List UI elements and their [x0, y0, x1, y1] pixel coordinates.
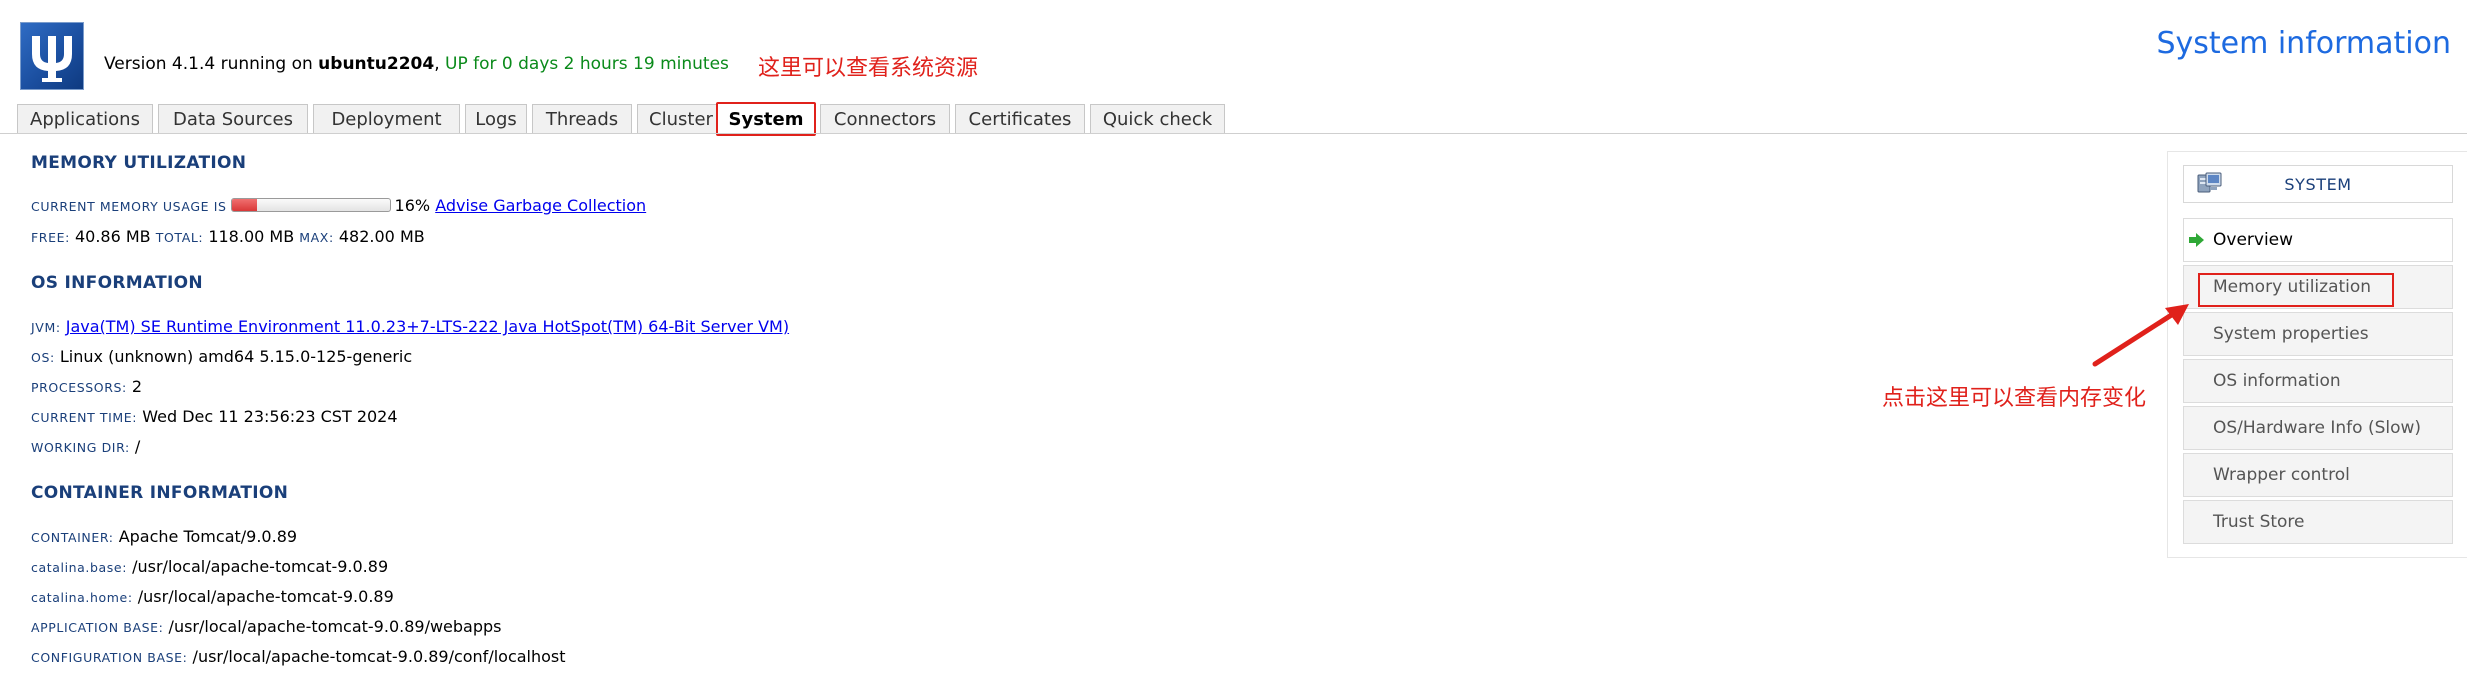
side-item-trust-store[interactable]: Trust Store	[2183, 500, 2453, 544]
container-label: Container:	[31, 530, 114, 545]
jvm-row: JVM: Java(TM) SE Runtime Environment 11.…	[31, 317, 789, 336]
memory-usage-row: Current memory usage is 16% Advise Garbag…	[31, 196, 646, 215]
side-item-label: Wrapper control	[2213, 465, 2350, 485]
tab-cluster[interactable]: Cluster	[637, 104, 725, 134]
page-title: System information	[2156, 26, 2451, 61]
catalina-base-row: catalina.base: /usr/local/apache-tomcat-…	[31, 557, 388, 576]
catalina-home-row: catalina.home: /usr/local/apache-tomcat-…	[31, 587, 394, 606]
container-section-title: CONTAINER INFORMATION	[31, 483, 289, 503]
catalina-base-value: /usr/local/apache-tomcat-9.0.89	[132, 557, 389, 576]
memory-usage-label: Current memory usage is	[31, 199, 227, 214]
side-item-label: Trust Store	[2213, 512, 2305, 532]
side-item-system-properties[interactable]: System properties	[2183, 312, 2453, 356]
working-dir-label: Working dir:	[31, 440, 130, 455]
side-item-wrapper-control[interactable]: Wrapper control	[2183, 453, 2453, 497]
tab-quick-check[interactable]: Quick check	[1090, 104, 1225, 134]
jvm-label: JVM:	[31, 320, 61, 335]
processors-row: Processors: 2	[31, 377, 142, 396]
side-item-os-hardware-info[interactable]: OS/Hardware Info (Slow)	[2183, 406, 2453, 450]
tab-data-sources[interactable]: Data Sources	[158, 104, 308, 134]
jvm-link[interactable]: Java(TM) SE Runtime Environment 11.0.23+…	[66, 317, 789, 336]
memory-usage-bar	[230, 198, 391, 212]
memory-values-row: Free: 40.86 MB Total: 118.00 MB Max: 482…	[31, 227, 425, 246]
tab-system[interactable]: System	[716, 102, 816, 136]
container-value: Apache Tomcat/9.0.89	[118, 527, 298, 546]
side-item-label: System properties	[2213, 324, 2369, 344]
side-item-os-information[interactable]: OS information	[2183, 359, 2453, 403]
free-value: 40.86 MB	[74, 227, 151, 246]
max-label: Max:	[299, 230, 334, 245]
configuration-base-value: /usr/local/apache-tomcat-9.0.89/conf/loc…	[192, 647, 566, 666]
version-text: Version 4.1.4 running on	[104, 54, 319, 74]
memory-utilization-highlight	[2198, 273, 2394, 307]
psi-logo-icon[interactable]	[20, 22, 84, 90]
version-separator: ,	[434, 54, 446, 74]
tabs-divider	[0, 133, 2467, 134]
configuration-base-row: Configuration base: /usr/local/apache-to…	[31, 647, 566, 666]
tab-connectors[interactable]: Connectors	[820, 104, 950, 134]
page: Version 4.1.4 running on ubuntu2204, UP …	[0, 0, 2467, 689]
advise-gc-link[interactable]: Advise Garbage Collection	[435, 196, 646, 215]
side-item-label: Overview	[2213, 230, 2294, 250]
os-value: Linux (unknown) amd64 5.15.0-125-generic	[59, 347, 413, 366]
catalina-home-label: catalina.home:	[31, 590, 133, 605]
configuration-base-label: Configuration base:	[31, 650, 188, 665]
tab-certificates[interactable]: Certificates	[955, 104, 1085, 134]
catalina-home-value: /usr/local/apache-tomcat-9.0.89	[137, 587, 394, 606]
current-time-label: Current time:	[31, 410, 138, 425]
side-item-overview[interactable]: Overview	[2183, 218, 2453, 262]
application-base-row: Application base: /usr/local/apache-tomc…	[31, 617, 502, 636]
side-panel-title: SYSTEM	[2284, 174, 2352, 194]
container-row: Container: Apache Tomcat/9.0.89	[31, 527, 297, 546]
side-item-label: OS/Hardware Info (Slow)	[2213, 418, 2422, 438]
memory-usage-percent: 16%	[394, 196, 431, 215]
memory-section-title: MEMORY UTILIZATION	[31, 153, 247, 173]
os-row: OS: Linux (unknown) amd64 5.15.0-125-gen…	[31, 347, 412, 366]
system-side-panel: SYSTEM Overview Memory utilization Syste…	[2167, 151, 2467, 558]
os-label: OS:	[31, 350, 55, 365]
tab-logs[interactable]: Logs	[465, 104, 527, 134]
current-time-value: Wed Dec 11 23:56:23 CST 2024	[142, 407, 398, 426]
total-value: 118.00 MB	[208, 227, 295, 246]
application-base-label: Application base:	[31, 620, 164, 635]
processors-label: Processors:	[31, 380, 127, 395]
green-arrow-icon	[2189, 233, 2204, 247]
free-label: Free:	[31, 230, 70, 245]
annotation-system-tab: 这里可以查看系统资源	[758, 56, 979, 81]
red-arrow-icon	[2092, 304, 2189, 367]
memory-usage-fill	[231, 199, 257, 211]
annotation-memory-utilization: 点击这里可以查看内存变化	[1882, 386, 2147, 411]
working-dir-value: /	[134, 437, 141, 456]
hostname: ubuntu2204	[318, 54, 435, 74]
max-value: 482.00 MB	[338, 227, 425, 246]
current-time-row: Current time: Wed Dec 11 23:56:23 CST 20…	[31, 407, 398, 426]
os-section-title: OS INFORMATION	[31, 273, 203, 293]
version-line: Version 4.1.4 running on ubuntu2204, UP …	[104, 54, 729, 74]
side-panel-header: SYSTEM	[2183, 165, 2453, 203]
side-item-label: OS information	[2213, 371, 2341, 391]
catalina-base-label: catalina.base:	[31, 560, 128, 575]
application-base-value: /usr/local/apache-tomcat-9.0.89/webapps	[168, 617, 502, 636]
processors-value: 2	[131, 377, 143, 396]
uptime-text: UP for 0 days 2 hours 19 minutes	[445, 54, 729, 74]
tab-deployment[interactable]: Deployment	[313, 104, 460, 134]
total-label: Total:	[155, 230, 204, 245]
tab-applications[interactable]: Applications	[17, 104, 153, 134]
tab-threads[interactable]: Threads	[532, 104, 632, 134]
working-dir-row: Working dir: /	[31, 437, 140, 456]
